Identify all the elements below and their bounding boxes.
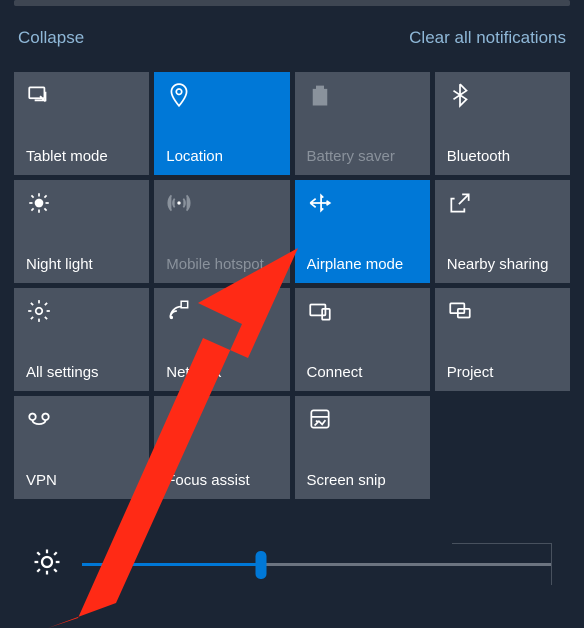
slider-border-deco	[452, 543, 552, 585]
bluetooth-icon	[447, 82, 560, 113]
share-icon	[447, 190, 560, 221]
nightlight-icon	[26, 190, 139, 221]
quick-action-grid: Tablet mode Location Battery saver Bluetoot…	[14, 72, 570, 499]
settings-icon	[26, 298, 139, 329]
tile-tablet-mode[interactable]: Tablet mode	[14, 72, 149, 175]
tile-mobile-hotspot[interactable]: Mobile hotspot	[154, 180, 289, 283]
tile-screen-snip[interactable]: Screen snip	[295, 396, 430, 499]
airplane-icon	[307, 190, 420, 221]
tile-network[interactable]: Network	[154, 288, 289, 391]
tile-label: Nearby sharing	[447, 256, 560, 273]
action-center-panel: Collapse Clear all notifications Tablet …	[0, 14, 584, 596]
tile-project[interactable]: Project	[435, 288, 570, 391]
collapse-link[interactable]: Collapse	[18, 28, 84, 48]
tile-label: Mobile hotspot	[166, 256, 279, 273]
tile-label: Project	[447, 364, 560, 381]
tile-airplane-mode[interactable]: Airplane mode	[295, 180, 430, 283]
tile-label: Screen snip	[307, 472, 420, 489]
tile-bluetooth[interactable]: Bluetooth	[435, 72, 570, 175]
tile-label: Battery saver	[307, 148, 420, 165]
tile-label: Airplane mode	[307, 256, 420, 273]
tile-label: Connect	[307, 364, 420, 381]
tile-vpn[interactable]: VPN	[14, 396, 149, 499]
brightness-icon	[32, 547, 62, 582]
tile-label: VPN	[26, 472, 139, 489]
hotspot-icon	[166, 190, 279, 221]
tile-label: Night light	[26, 256, 139, 273]
brightness-slider-fill	[82, 563, 261, 566]
tile-label: Network	[166, 364, 279, 381]
top-edge	[14, 0, 570, 6]
tile-label: Location	[166, 148, 279, 165]
brightness-slider[interactable]	[82, 563, 552, 566]
tile-label: Bluetooth	[447, 148, 560, 165]
tile-nearby-sharing[interactable]: Nearby sharing	[435, 180, 570, 283]
clear-all-link[interactable]: Clear all notifications	[409, 28, 566, 48]
tile-battery-saver[interactable]: Battery saver	[295, 72, 430, 175]
location-icon	[166, 82, 279, 113]
brightness-slider-row	[14, 547, 570, 582]
tile-location[interactable]: Location	[154, 72, 289, 175]
connect-icon	[307, 298, 420, 329]
snip-icon	[307, 406, 420, 437]
tablet-icon	[26, 82, 139, 113]
battery-icon	[307, 82, 420, 113]
brightness-slider-thumb[interactable]	[255, 551, 266, 579]
tile-label: Tablet mode	[26, 148, 139, 165]
tile-label: All settings	[26, 364, 139, 381]
vpn-icon	[26, 406, 139, 437]
moon-icon	[166, 406, 279, 437]
tile-focus-assist[interactable]: Focus assist	[154, 396, 289, 499]
network-icon	[166, 298, 279, 329]
tile-all-settings[interactable]: All settings	[14, 288, 149, 391]
tile-label: Focus assist	[166, 472, 279, 489]
tile-connect[interactable]: Connect	[295, 288, 430, 391]
tile-night-light[interactable]: Night light	[14, 180, 149, 283]
project-icon	[447, 298, 560, 329]
